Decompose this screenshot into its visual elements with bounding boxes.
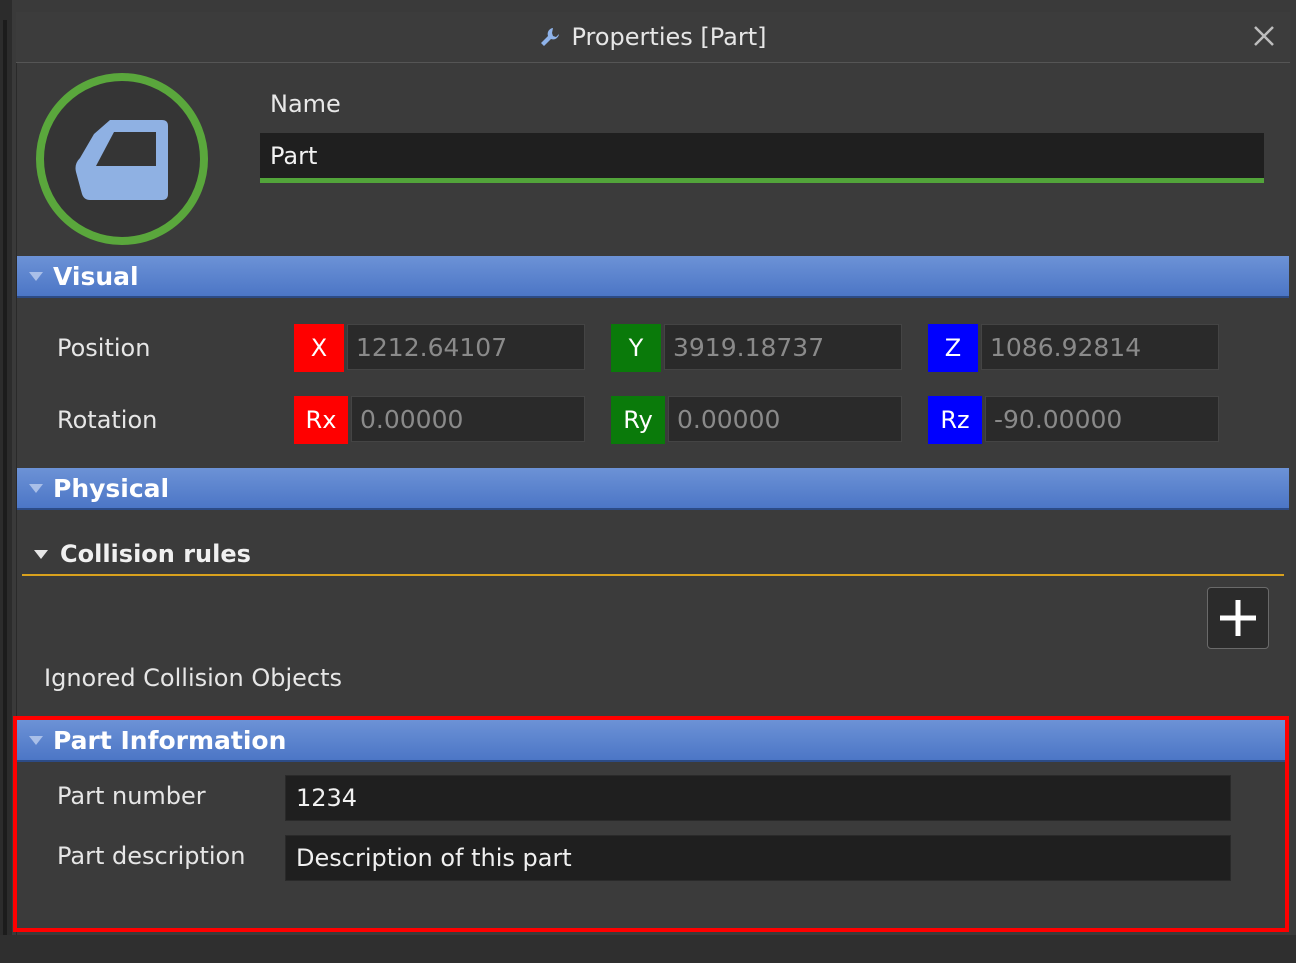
position-y-input[interactable]: 3919.18737	[664, 324, 902, 370]
position-y-group: Y 3919.18737	[611, 324, 902, 372]
rotation-z-group: Rz -90.00000	[928, 396, 1219, 444]
position-z-group: Z 1086.92814	[928, 324, 1219, 372]
section-visual-title: Visual	[53, 261, 139, 291]
rotation-x-input[interactable]: 0.00000	[351, 396, 585, 442]
position-x-group: X 1212.64107	[294, 324, 585, 372]
rx-badge: Rx	[294, 396, 348, 444]
x-badge: X	[294, 324, 344, 372]
properties-window: Properties [Part] Name Visual Position R…	[0, 0, 1296, 963]
section-part-information-title: Part Information	[53, 725, 287, 755]
y-badge: Y	[611, 324, 661, 372]
part-description-label: Part description	[57, 842, 246, 870]
position-z-input[interactable]: 1086.92814	[981, 324, 1219, 370]
part-number-field[interactable]: 1234	[285, 775, 1231, 821]
rz-badge: Rz	[928, 396, 982, 444]
part-number-label: Part number	[57, 782, 206, 810]
rotation-z-input[interactable]: -90.00000	[985, 396, 1219, 442]
left-edge	[0, 0, 12, 963]
position-label: Position	[57, 334, 151, 362]
close-icon[interactable]	[1250, 22, 1278, 50]
ry-badge: Ry	[611, 396, 665, 444]
section-part-information[interactable]: Part Information	[17, 720, 1289, 762]
position-x-input[interactable]: 1212.64107	[347, 324, 585, 370]
name-field[interactable]	[260, 133, 1264, 183]
bottom-edge	[0, 935, 1296, 963]
plus-icon	[1220, 600, 1256, 636]
z-badge: Z	[928, 324, 978, 372]
part-door-icon	[32, 72, 212, 248]
part-description-field[interactable]: Description of this part	[285, 835, 1231, 881]
collision-rules-title: Collision rules	[60, 540, 251, 568]
name-label: Name	[270, 90, 341, 118]
collapse-triangle-icon	[29, 735, 43, 745]
rotation-y-group: Ry 0.00000	[611, 396, 902, 444]
add-collision-rule-button[interactable]	[1207, 587, 1269, 649]
rotation-x-group: Rx 0.00000	[294, 396, 585, 444]
collapse-triangle-icon	[34, 549, 48, 559]
window-title: Properties [Part]	[571, 23, 767, 51]
ignored-collision-objects-label: Ignored Collision Objects	[44, 664, 342, 692]
section-physical-title: Physical	[53, 473, 170, 503]
rotation-label: Rotation	[57, 406, 158, 434]
title-bar[interactable]: Properties [Part]	[16, 12, 1290, 63]
collision-rules-header[interactable]: Collision rules	[22, 534, 1284, 576]
wrench-icon	[539, 26, 561, 48]
collapse-triangle-icon	[29, 483, 43, 493]
collapse-triangle-icon	[29, 271, 43, 281]
section-visual[interactable]: Visual	[17, 256, 1289, 298]
rotation-y-input[interactable]: 0.00000	[668, 396, 902, 442]
section-physical[interactable]: Physical	[17, 468, 1289, 510]
